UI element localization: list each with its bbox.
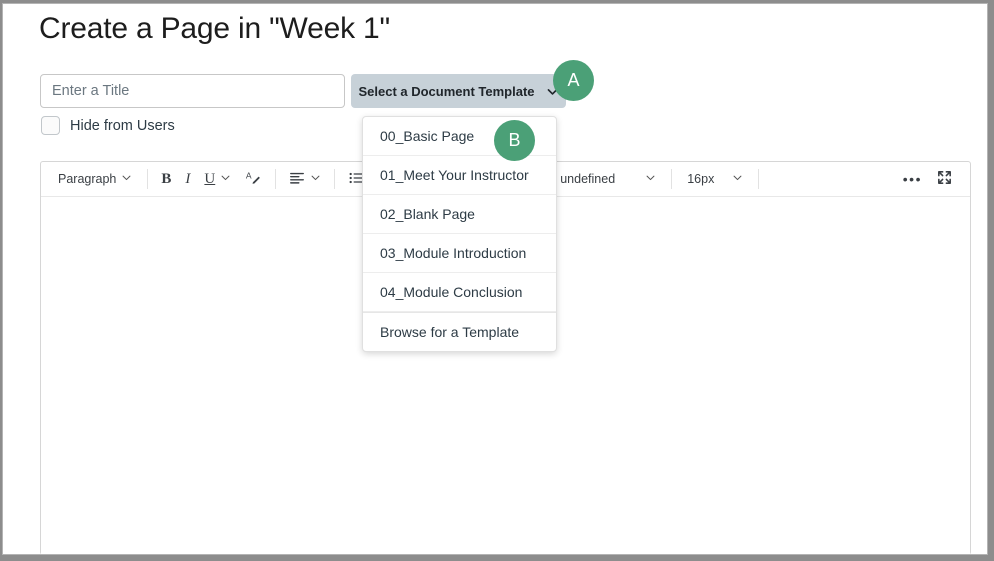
font-family-label: undefined — [560, 172, 616, 186]
fullscreen-icon — [936, 169, 953, 189]
toolbar-divider — [671, 169, 673, 189]
chevron-down-icon — [121, 172, 132, 186]
font-size-select[interactable]: 16px — [678, 170, 752, 188]
bold-button[interactable]: B — [154, 169, 178, 190]
toolbar-divider — [275, 169, 277, 189]
italic-button[interactable]: I — [178, 169, 197, 190]
text-color-icon: A — [245, 169, 262, 189]
hide-from-users-label: Hide from Users — [70, 117, 175, 134]
dropdown-item-02-blank-page[interactable]: 02_Blank Page — [363, 195, 556, 234]
page-container: Create a Page in "Week 1" Select a Docum… — [2, 3, 988, 555]
annotation-badge-a: A — [553, 60, 594, 101]
text-color-button[interactable]: A — [238, 167, 269, 191]
toolbar-divider — [758, 169, 760, 189]
chevron-down-icon — [645, 172, 656, 186]
more-options-icon: ••• — [902, 171, 922, 187]
toolbar-divider — [147, 169, 149, 189]
chevron-down-icon — [732, 172, 743, 186]
underline-button[interactable]: U — [197, 169, 238, 190]
hide-from-users-row[interactable]: Hide from Users — [41, 116, 175, 135]
dropdown-item-01-meet-your-instructor[interactable]: 01_Meet Your Instructor — [363, 156, 556, 195]
block-format-select[interactable]: Paragraph — [49, 170, 141, 188]
underline-icon: U — [204, 170, 216, 187]
block-format-label: Paragraph — [58, 172, 117, 186]
dropdown-item-04-module-conclusion[interactable]: 04_Module Conclusion — [363, 273, 556, 312]
dropdown-item-browse-for-a-template[interactable]: Browse for a Template — [363, 312, 556, 351]
svg-text:A: A — [246, 170, 252, 180]
italic-icon: I — [185, 170, 191, 187]
chevron-down-icon — [310, 172, 321, 186]
dropdown-item-03-module-introduction[interactable]: 03_Module Introduction — [363, 234, 556, 273]
bold-icon: B — [161, 170, 172, 187]
template-button-label: Select a Document Template — [358, 83, 535, 99]
annotation-badge-b: B — [494, 120, 535, 161]
fullscreen-button[interactable] — [929, 167, 960, 191]
select-document-template-button[interactable]: Select a Document Template — [351, 74, 566, 108]
font-size-label: 16px — [687, 172, 715, 186]
toolbar-divider — [334, 169, 336, 189]
title-input[interactable] — [40, 74, 345, 108]
hide-from-users-checkbox[interactable] — [41, 116, 60, 135]
more-options-button[interactable]: ••• — [896, 171, 929, 187]
chevron-down-icon — [220, 172, 231, 186]
font-family-select[interactable]: undefined — [551, 170, 665, 188]
align-button[interactable] — [282, 168, 328, 191]
page-title: Create a Page in "Week 1" — [39, 12, 390, 45]
align-left-icon — [289, 170, 305, 189]
